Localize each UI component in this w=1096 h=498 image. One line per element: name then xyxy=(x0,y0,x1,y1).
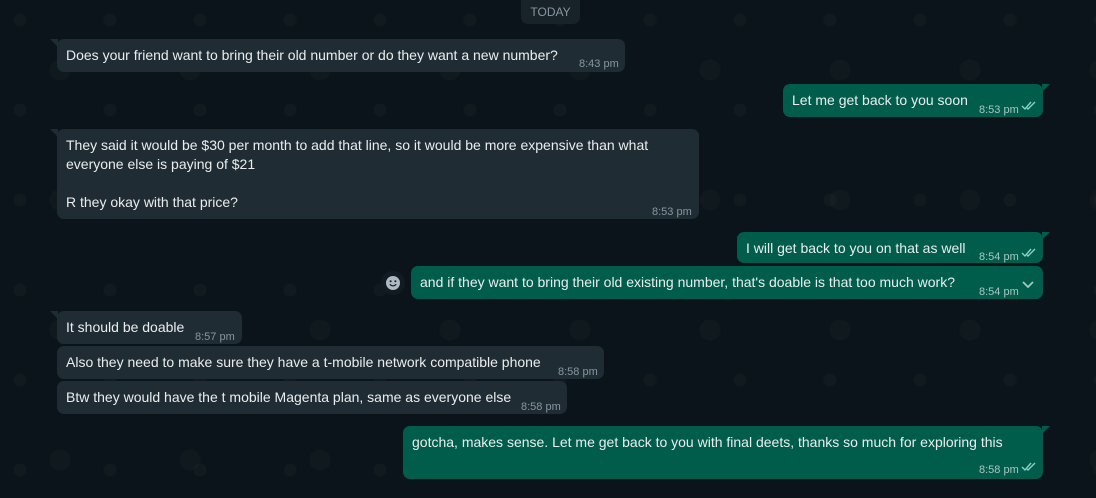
double-check-icon xyxy=(1021,100,1037,111)
double-check-icon xyxy=(1021,247,1037,258)
incoming-message[interactable]: Btw they would have the t mobile Magenta… xyxy=(57,381,567,414)
outgoing-message[interactable]: Let me get back to you soon 8:53 pm xyxy=(783,84,1050,117)
message-time: 8:54 pm xyxy=(979,251,1019,263)
date-divider: TODAY xyxy=(521,0,580,24)
message-text: Does your friend want to bring their old… xyxy=(66,47,558,63)
incoming-message[interactable]: Also they need to make sure they have a … xyxy=(57,346,604,379)
message-text: Btw they would have the t mobile Magenta… xyxy=(66,389,512,405)
outgoing-message[interactable]: gotcha, makes sense. Let me get back to … xyxy=(403,426,1050,479)
incoming-message[interactable]: Does your friend want to bring their old… xyxy=(50,39,625,72)
incoming-message[interactable]: They said it would be $30 per month to a… xyxy=(50,129,699,219)
message-text: Also they need to make sure they have a … xyxy=(66,354,541,370)
message-text: gotcha, makes sense. Let me get back to … xyxy=(412,434,1003,450)
outgoing-message[interactable]: I will get back to you on that as well 8… xyxy=(737,232,1050,263)
message-time: 8:54 pm xyxy=(979,286,1019,298)
message-time: 8:53 pm xyxy=(652,206,692,218)
message-text: They said it would be $30 per month to a… xyxy=(66,137,649,210)
double-check-icon xyxy=(1021,461,1037,472)
message-time: 8:43 pm xyxy=(579,58,619,70)
incoming-message[interactable]: It should be doable 8:57 pm xyxy=(50,311,242,344)
chevron-down-icon[interactable] xyxy=(1021,276,1035,289)
outgoing-message[interactable]: and if they want to bring their old exis… xyxy=(411,266,1043,299)
message-time: 8:58 pm xyxy=(558,366,598,378)
message-text: Let me get back to you soon xyxy=(792,92,968,108)
message-time: 8:58 pm xyxy=(979,464,1019,476)
emoji-icon[interactable] xyxy=(381,271,405,295)
message-time: 8:57 pm xyxy=(195,331,235,343)
message-text: and if they want to bring their old exis… xyxy=(420,274,955,290)
message-time: 8:58 pm xyxy=(521,401,561,413)
message-text: It should be doable xyxy=(66,319,185,335)
message-time: 8:53 pm xyxy=(979,104,1019,116)
message-text: I will get back to you on that as well xyxy=(746,240,966,256)
